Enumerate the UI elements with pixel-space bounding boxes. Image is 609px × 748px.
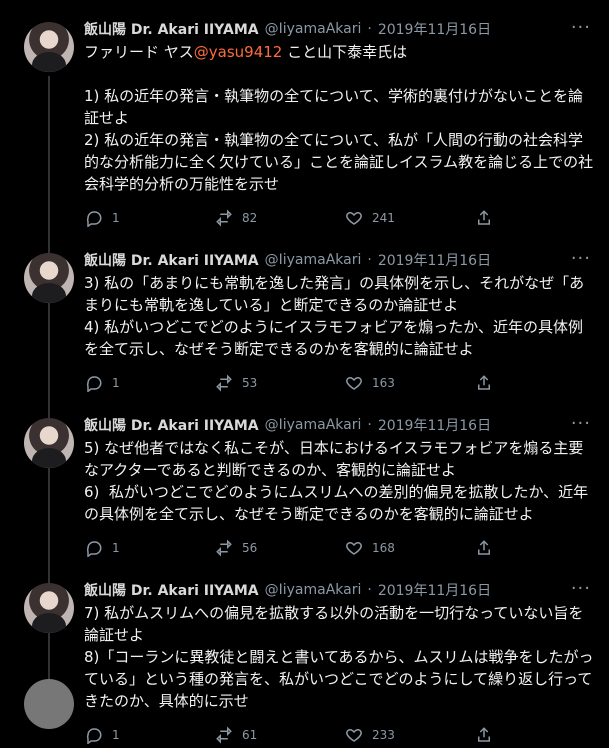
avatar[interactable] — [24, 583, 74, 633]
retweet-button[interactable]: 56 — [214, 538, 344, 558]
separator-dot: · — [367, 21, 372, 37]
user-handle[interactable]: @IiyamaAkari — [265, 417, 362, 433]
tweet-header: 飯山陽 Dr. Akari IIYAMA @IiyamaAkari · 2019… — [84, 579, 597, 601]
share-button[interactable] — [474, 208, 502, 228]
share-button[interactable] — [474, 725, 502, 745]
tweet-date[interactable]: 2019年11月16日 — [378, 415, 491, 435]
reply-count: 1 — [112, 211, 120, 225]
reply-button[interactable]: 1 — [84, 208, 214, 228]
avatar[interactable] — [24, 679, 74, 729]
share-icon[interactable] — [474, 208, 494, 228]
user-handle[interactable]: @IiyamaAkari — [265, 582, 362, 598]
share-icon[interactable] — [474, 373, 494, 393]
retweet-count: 61 — [242, 728, 258, 742]
tweet-text: ファリード ヤス@yasu9412 こと山下泰幸氏は 1) 私の近年の発言・執筆… — [84, 41, 597, 195]
more-horizontal-icon[interactable]: ··· — [571, 578, 591, 599]
tweet-date[interactable]: 2019年11月16日 — [378, 250, 491, 270]
user-handle[interactable]: @IiyamaAkari — [265, 21, 362, 37]
display-name[interactable]: 飯山陽 Dr. Akari IIYAMA — [84, 19, 259, 39]
reply-suffix: こと山下泰幸氏は — [282, 43, 408, 61]
heart-icon[interactable] — [344, 208, 364, 228]
retweet-count: 53 — [242, 376, 258, 390]
tweet-header: 飯山陽 Dr. Akari IIYAMA @IiyamaAkari · 2019… — [84, 414, 597, 436]
avatar[interactable] — [24, 22, 74, 72]
heart-icon[interactable] — [344, 725, 364, 745]
tweet-date[interactable]: 2019年11月16日 — [378, 19, 491, 39]
reply-count: 1 — [112, 728, 120, 742]
display-name[interactable]: 飯山陽 Dr. Akari IIYAMA — [84, 580, 259, 600]
share-icon[interactable] — [474, 725, 494, 745]
tweet-3[interactable]: 飯山陽 Dr. Akari IIYAMA @IiyamaAkari · 2019… — [0, 396, 609, 561]
tweet-header: 飯山陽 Dr. Akari IIYAMA @IiyamaAkari · 2019… — [84, 18, 597, 40]
tweet-actions: 1 61 233 — [84, 722, 534, 748]
reply-icon[interactable] — [84, 208, 104, 228]
share-button[interactable] — [474, 538, 502, 558]
retweet-icon[interactable] — [214, 725, 234, 745]
like-count: 168 — [372, 541, 395, 555]
more-horizontal-icon[interactable]: ··· — [571, 17, 591, 38]
avatar[interactable] — [24, 253, 74, 303]
like-button[interactable]: 168 — [344, 538, 474, 558]
retweet-icon[interactable] — [214, 208, 234, 228]
tweet-text: 7) 私がムスリムへの偏見を拡散する以外の活動を一切行なっていない旨を論証せよ … — [84, 604, 594, 710]
retweet-button[interactable]: 61 — [214, 725, 344, 745]
separator-dot: · — [367, 417, 372, 433]
reply-count: 1 — [112, 541, 120, 555]
heart-icon[interactable] — [344, 373, 364, 393]
user-handle[interactable]: @IiyamaAkari — [265, 252, 362, 268]
tweet-actions: 1 82 241 — [84, 205, 534, 231]
like-count: 163 — [372, 376, 395, 390]
heart-icon[interactable] — [344, 538, 364, 558]
retweet-button[interactable]: 82 — [214, 208, 344, 228]
retweet-count: 82 — [242, 211, 258, 225]
tweet-1[interactable]: 飯山陽 Dr. Akari IIYAMA @IiyamaAkari · 2019… — [0, 0, 609, 231]
tweet-4[interactable]: 飯山陽 Dr. Akari IIYAMA @IiyamaAkari · 2019… — [0, 561, 609, 748]
tweet-text: 5) なぜ他者ではなく私こそが、日本におけるイスラモフォビアを煽る主要なアクター… — [84, 439, 589, 523]
reply-button[interactable]: 1 — [84, 725, 214, 745]
like-count: 233 — [372, 728, 395, 742]
tweet-2[interactable]: 飯山陽 Dr. Akari IIYAMA @IiyamaAkari · 2019… — [0, 231, 609, 396]
tweet-body: 1) 私の近年の発言・執筆物の全てについて、学術的裏付けがないことを論証せよ 2… — [84, 87, 594, 193]
reply-button[interactable]: 1 — [84, 538, 214, 558]
tweet-date[interactable]: 2019年11月16日 — [378, 580, 491, 600]
share-button[interactable] — [474, 373, 502, 393]
tweet-text: 3) 私の「あまりにも常軌を逸した発言」の具体例を示し、それがなぜ「あまりにも常… — [84, 274, 585, 358]
display-name[interactable]: 飯山陽 Dr. Akari IIYAMA — [84, 250, 259, 270]
reply-icon[interactable] — [84, 538, 104, 558]
retweet-icon[interactable] — [214, 538, 234, 558]
tweet-header: 飯山陽 Dr. Akari IIYAMA @IiyamaAkari · 2019… — [84, 249, 597, 271]
like-button[interactable]: 233 — [344, 725, 474, 745]
tweet-actions: 1 53 163 — [84, 370, 534, 396]
reply-icon[interactable] — [84, 373, 104, 393]
like-button[interactable]: 241 — [344, 208, 474, 228]
retweet-icon[interactable] — [214, 373, 234, 393]
more-horizontal-icon[interactable]: ··· — [571, 248, 591, 269]
share-icon[interactable] — [474, 538, 494, 558]
like-button[interactable]: 163 — [344, 373, 474, 393]
reply-count: 1 — [112, 376, 120, 390]
retweet-count: 56 — [242, 541, 258, 555]
separator-dot: · — [367, 252, 372, 268]
reply-button[interactable]: 1 — [84, 373, 214, 393]
reply-prefix: ファリード ヤス — [84, 43, 194, 61]
retweet-button[interactable]: 53 — [214, 373, 344, 393]
reply-icon[interactable] — [84, 725, 104, 745]
more-horizontal-icon[interactable]: ··· — [571, 413, 591, 434]
avatar[interactable] — [24, 418, 74, 468]
separator-dot: · — [367, 582, 372, 598]
mention-link[interactable]: @yasu9412 — [194, 43, 283, 61]
like-count: 241 — [372, 211, 395, 225]
tweet-actions: 1 56 168 — [84, 535, 534, 561]
display-name[interactable]: 飯山陽 Dr. Akari IIYAMA — [84, 415, 259, 435]
